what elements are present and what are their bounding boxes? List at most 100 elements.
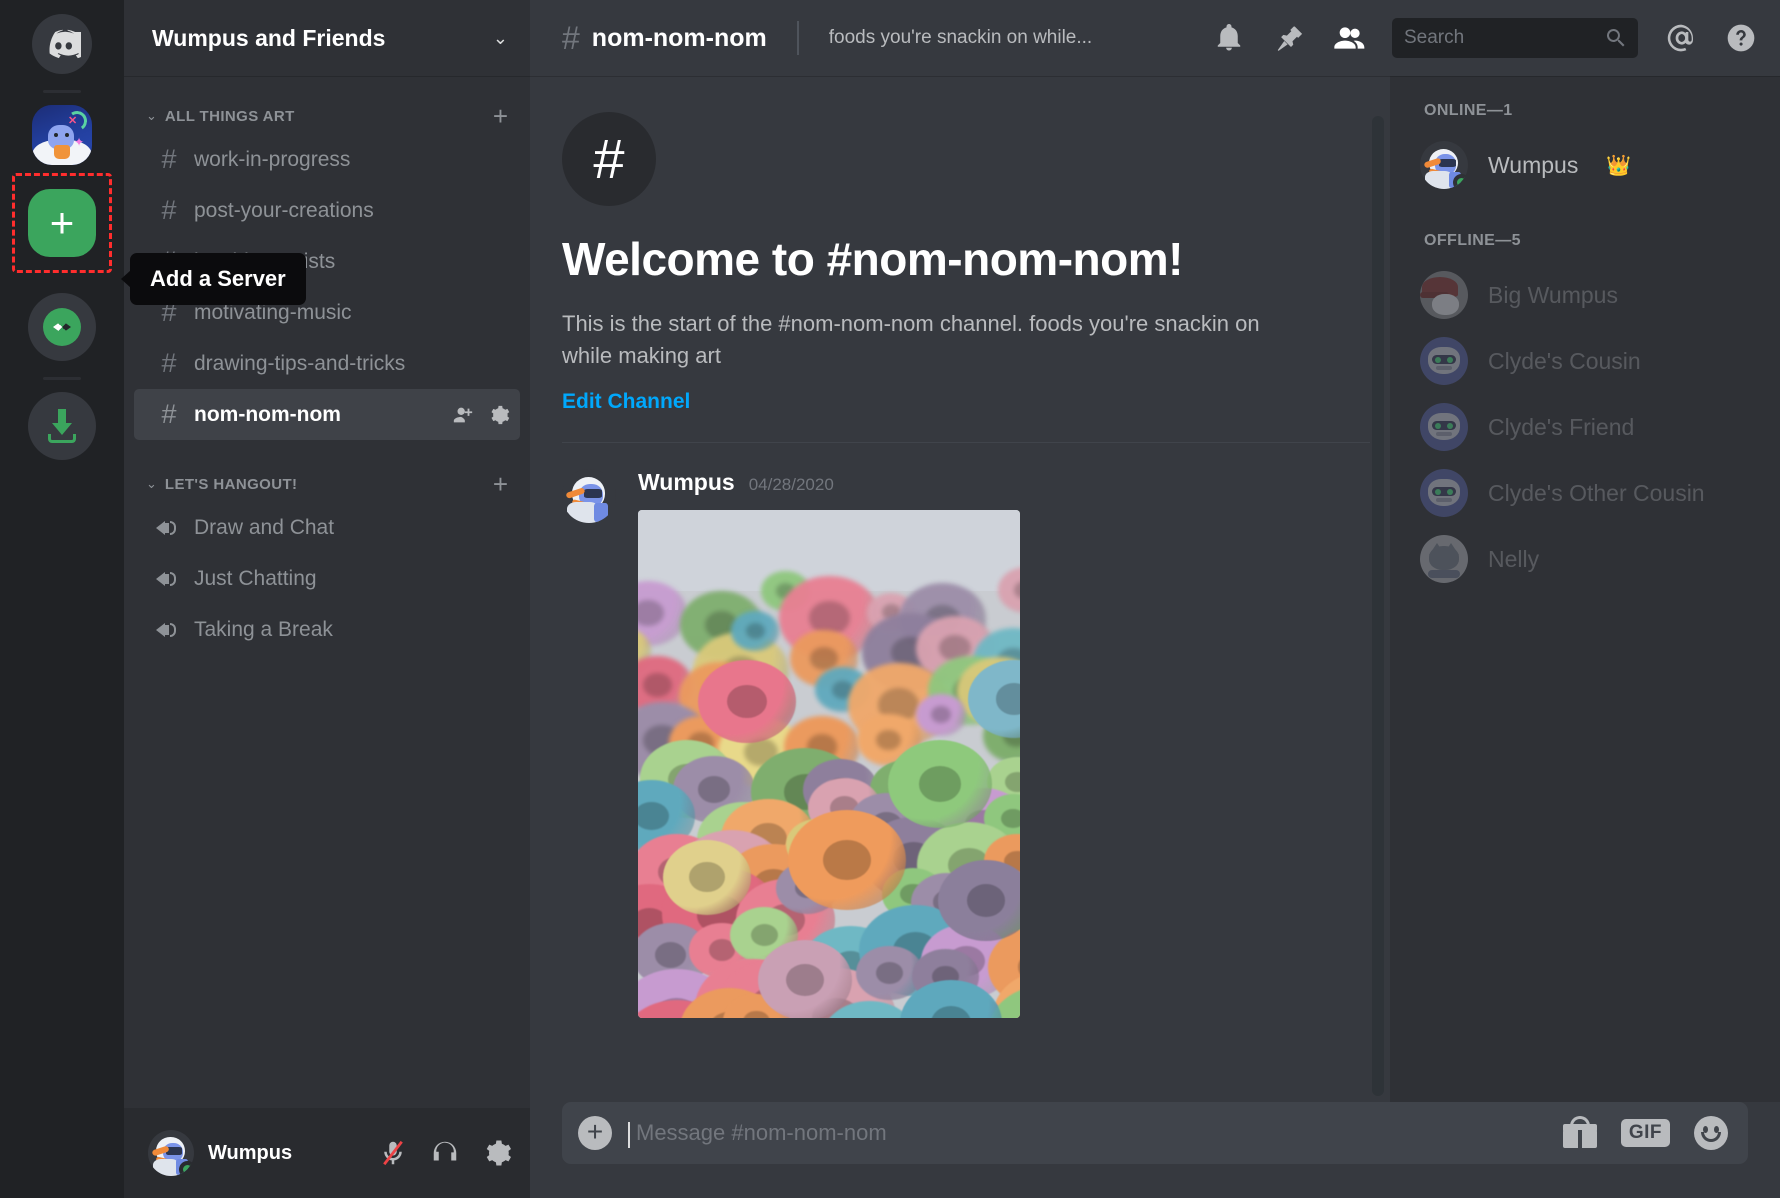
message-author[interactable]: Wumpus [638, 469, 735, 496]
current-username: Wumpus [208, 1141, 293, 1164]
channel-label: nom-nom-nom [194, 402, 341, 426]
header-divider [796, 21, 799, 55]
server-icon-wumpus-and-friends[interactable]: ✕ ✦ [32, 105, 92, 165]
notification-bell-icon[interactable] [1212, 21, 1246, 55]
welcome-description: This is the start of the #nom-nom-nom ch… [562, 311, 1260, 368]
chevron-down-icon: ⌄ [146, 108, 157, 123]
cereal-loop [997, 566, 1020, 613]
message-placeholder: Message #nom-nom-nom [636, 1120, 887, 1145]
category-lets-hangout[interactable]: ⌄ LET'S HANGOUT! + [124, 466, 530, 502]
member-row-clydes-friend[interactable]: Clyde's Friend [1390, 394, 1780, 460]
add-server-wrapper: + [12, 173, 112, 273]
microphone-muted-icon[interactable] [378, 1138, 408, 1168]
create-invite-icon[interactable] [452, 404, 474, 426]
member-name: Big Wumpus [1488, 281, 1618, 308]
channel-label: post-your-creations [194, 198, 374, 222]
headphones-icon[interactable] [430, 1138, 460, 1168]
server-icon-x-mark: ✕ [68, 115, 78, 127]
message-input[interactable]: Message #nom-nom-nom [628, 1120, 1547, 1148]
add-server-button[interactable]: + [28, 189, 96, 257]
server-icon-snack [54, 145, 70, 159]
avatar [1420, 469, 1468, 517]
channel-label: Taking a Break [194, 617, 333, 641]
channel-drawing-tips-and-tricks[interactable]: # drawing-tips-and-tricks [134, 338, 520, 389]
avatar [1420, 271, 1468, 319]
help-icon[interactable] [1724, 21, 1758, 55]
hash-icon: # [161, 144, 177, 174]
create-channel-plus-icon[interactable]: + [493, 103, 508, 129]
avatar[interactable] [562, 468, 616, 523]
member-row-clydes-other-cousin[interactable]: Clyde's Other Cousin [1390, 460, 1780, 526]
search-icon [1606, 28, 1625, 47]
compass-explore-icon [43, 308, 81, 346]
message-item: Wumpus 04/28/2020 [562, 443, 1370, 1018]
upload-attachment-button[interactable]: + [578, 1116, 612, 1150]
speaker-icon [156, 568, 182, 590]
message-scrollbar[interactable] [1372, 116, 1384, 1096]
cereal-loop [788, 809, 906, 911]
member-name: Clyde's Friend [1488, 413, 1635, 440]
category-label: LET'S HANGOUT! [164, 475, 298, 493]
cereal-loop [888, 739, 992, 829]
hash-icon: # [593, 127, 625, 190]
server-name: Wumpus and Friends [152, 24, 386, 51]
welcome-hash-avatar: # [562, 112, 656, 206]
category-label: ALL THINGS ART [164, 107, 295, 125]
message-list: # Welcome to #nom-nom-nom! This is the s… [530, 76, 1390, 1102]
member-row-nelly[interactable]: Nelly [1390, 526, 1780, 592]
server-icon-eye-left [54, 133, 58, 137]
channel-title: nom-nom-nom [591, 23, 767, 52]
channel-post-your-creations[interactable]: # post-your-creations [134, 185, 520, 236]
add-server-tooltip: Add a Server [130, 253, 306, 305]
gif-picker-button[interactable]: GIF [1620, 1119, 1670, 1147]
cereal-loop [698, 659, 796, 744]
channel-label: drawing-tips-and-tricks [194, 351, 406, 375]
channel-topic[interactable]: foods you're snackin on while... [829, 27, 1092, 49]
cereal-loop [758, 939, 852, 1018]
member-list-icon[interactable] [1332, 21, 1366, 55]
message-timestamp: 04/28/2020 [748, 474, 834, 494]
avatar [1420, 535, 1468, 583]
voice-channel-just-chatting[interactable]: Just Chatting [134, 553, 520, 604]
owner-crown-icon: 👑 [1606, 154, 1632, 177]
channel-nom-nom-nom[interactable]: # nom-nom-nom [134, 389, 520, 440]
download-apps-button[interactable] [28, 392, 96, 460]
chevron-down-icon: ⌄ [146, 476, 157, 491]
cereal-loop [915, 694, 967, 736]
download-apps-icon [45, 409, 79, 443]
emoji-icon[interactable] [1694, 1116, 1728, 1150]
channel-work-in-progress[interactable]: # work-in-progress [134, 134, 520, 185]
message-attachment-image[interactable] [638, 509, 1020, 1018]
member-row-clydes-cousin[interactable]: Clyde's Cousin [1390, 328, 1780, 394]
composer-wrapper: + Message #nom-nom-nom GIF [530, 1102, 1780, 1198]
rail-divider-2 [43, 377, 81, 380]
server-icon-eye-right [65, 133, 69, 137]
user-panel: Wumpus [124, 1108, 530, 1198]
member-name: Clyde's Cousin [1488, 347, 1641, 374]
member-row-wumpus[interactable]: Wumpus 👑 [1390, 132, 1780, 198]
discord-home-icon[interactable] [32, 14, 92, 74]
speaker-icon [156, 619, 182, 641]
user-settings-gear-icon[interactable] [482, 1138, 512, 1168]
avatar[interactable] [148, 1130, 194, 1176]
fruit-loops-cereal-photo [638, 510, 1020, 1018]
channel-settings-gear-icon[interactable] [488, 404, 510, 426]
edit-channel-link[interactable]: Edit Channel [562, 390, 690, 414]
pinned-messages-icon[interactable] [1272, 21, 1306, 55]
message-composer[interactable]: + Message #nom-nom-nom GIF [562, 1102, 1748, 1164]
server-icon-sparkle: ✦ [73, 135, 84, 149]
voice-channel-taking-a-break[interactable]: Taking a Break [134, 604, 520, 655]
hash-icon: # [161, 399, 177, 429]
category-all-things-art[interactable]: ⌄ ALL THINGS ART + [124, 98, 530, 134]
gift-icon[interactable] [1562, 1116, 1597, 1148]
search-input[interactable]: Search [1392, 18, 1638, 58]
create-channel-plus-icon[interactable]: + [493, 471, 508, 497]
voice-channel-draw-and-chat[interactable]: Draw and Chat [134, 502, 520, 553]
avatar [1420, 403, 1468, 451]
plus-icon: + [49, 199, 75, 246]
member-row-big-wumpus[interactable]: Big Wumpus [1390, 262, 1780, 328]
mention-icon[interactable] [1664, 21, 1698, 55]
server-header-dropdown[interactable]: Wumpus and Friends ⌄ [124, 0, 530, 76]
avatar [1420, 337, 1468, 385]
explore-servers-button[interactable] [28, 293, 96, 361]
